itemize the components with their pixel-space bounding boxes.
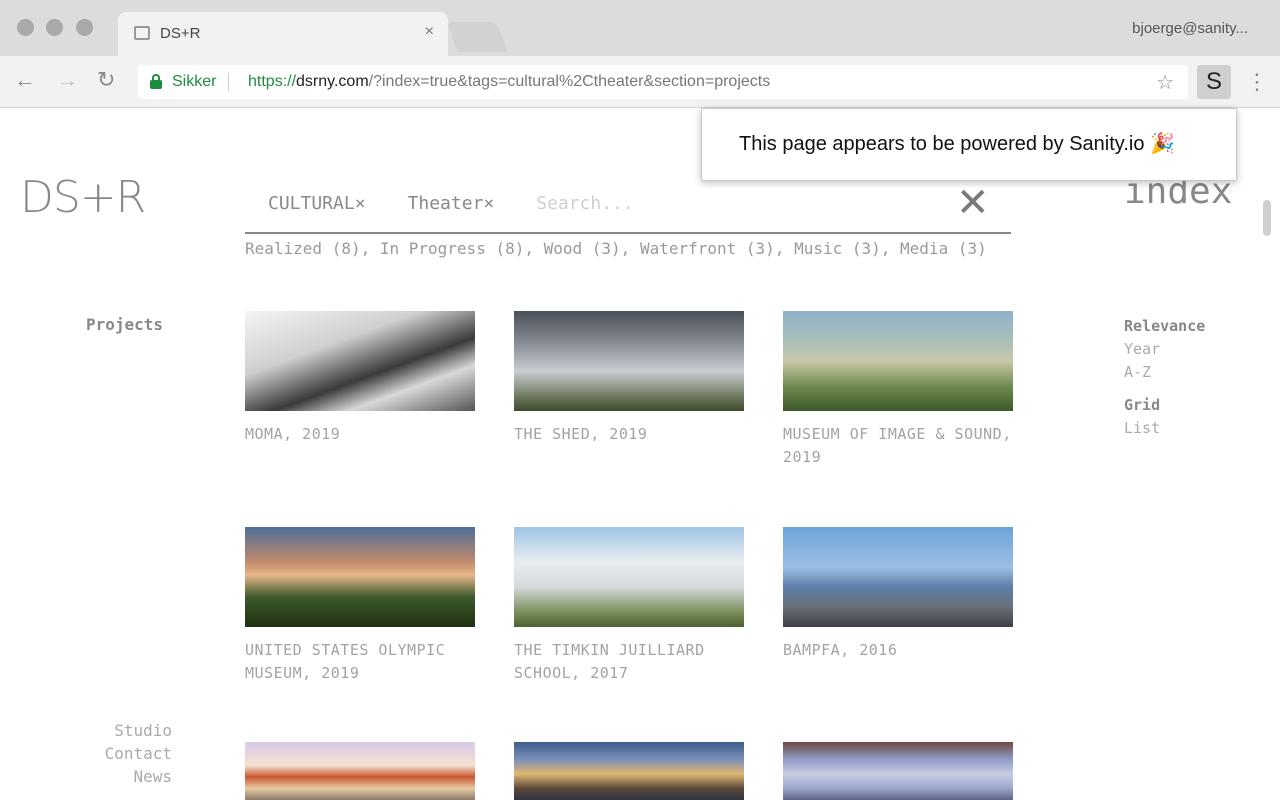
nav-news[interactable]: News [90,765,172,788]
filter-tag-cultural[interactable]: CULTURAL× [268,193,366,214]
tab-title: DS+R [160,25,201,42]
filter-bar: CULTURAL× Theater× Search... [268,193,676,214]
sort-options: Relevance Year A-Z Grid List [1124,315,1205,440]
project-caption[interactable]: MUSEUM OF IMAGE & SOUND, 2019 [783,423,1013,469]
maximize-window-button[interactable] [76,19,93,36]
tab-favicon-icon [134,26,150,40]
view-grid[interactable]: Grid [1124,394,1205,417]
section-label: Projects [86,315,164,334]
project-card[interactable]: MUSEUM OF IMAGE & SOUND, 2019 [783,311,1013,469]
project-caption[interactable]: UNITED STATES OLYMPIC MUSEUM, 2019 [245,639,475,685]
project-card[interactable]: MOMA, 2019 [245,311,475,446]
project-caption[interactable]: THE TIMKIN JUILLIARD SCHOOL, 2017 [514,639,744,685]
project-thumbnail[interactable] [514,527,744,627]
address-divider [228,73,229,91]
forward-arrow-icon[interactable]: → [56,68,78,92]
popup-message: This page appears to be powered by Sanit… [739,133,1175,155]
view-list[interactable]: List [1124,417,1205,440]
browser-menu-icon[interactable]: ⋮ [1246,64,1268,100]
project-thumbnail[interactable] [783,311,1013,411]
url-path: /?index=true&tags=cultural%2Ctheater&sec… [368,73,771,90]
address-bar[interactable]: Sikker https://dsrny.com/?index=true&tag… [138,65,1188,99]
filter-divider [245,232,1011,234]
project-card[interactable] [783,742,1013,800]
url-host: dsrny.com [296,73,369,90]
project-thumbnail[interactable] [245,742,475,800]
project-thumbnail[interactable] [514,742,744,800]
nav-studio[interactable]: Studio [90,719,172,742]
project-caption[interactable]: THE SHED, 2019 [514,423,744,446]
clear-filters-icon[interactable]: ✕ [956,183,990,223]
project-caption[interactable]: BAMPFA, 2016 [783,639,1013,662]
sort-az[interactable]: A-Z [1124,361,1205,384]
secure-label: Sikker [172,73,217,90]
profile-name[interactable]: bjoerge@sanity... [1132,20,1248,37]
page-content: DS+R CULTURAL× Theater× Search... ✕ Realiz… [0,109,1280,800]
project-thumbnail[interactable] [245,311,475,411]
close-window-button[interactable] [17,19,34,36]
back-arrow-icon[interactable]: ← [14,68,36,92]
new-tab-button[interactable] [446,22,508,52]
project-card[interactable]: BAMPFA, 2016 [783,527,1013,662]
project-caption[interactable]: MOMA, 2019 [245,423,475,446]
minimize-window-button[interactable] [46,19,63,36]
lock-icon [150,74,162,89]
site-logo[interactable]: DS+R [20,172,146,223]
project-card[interactable]: THE SHED, 2019 [514,311,744,446]
project-thumbnail[interactable] [245,527,475,627]
project-thumbnail[interactable] [514,311,744,411]
project-card[interactable] [245,742,475,800]
filter-tag-theater[interactable]: Theater× [408,193,495,214]
bookmark-star-icon[interactable]: ☆ [1156,70,1174,95]
sanity-extension-button[interactable]: S [1197,65,1231,99]
browser-titlebar: DS+R × bjoerge@sanity... [0,0,1280,56]
sort-relevance[interactable]: Relevance [1124,315,1205,338]
site-nav: Studio Contact News [90,719,172,788]
project-card[interactable]: UNITED STATES OLYMPIC MUSEUM, 2019 [245,527,475,685]
search-input[interactable]: Search... [536,193,634,214]
facet-list[interactable]: Realized (8), In Progress (8), Wood (3),… [245,237,1015,260]
sort-year[interactable]: Year [1124,338,1205,361]
project-card[interactable]: THE TIMKIN JUILLIARD SCHOOL, 2017 [514,527,744,685]
url-text[interactable]: https://dsrny.com/?index=true&tags=cultu… [248,73,770,91]
nav-contact[interactable]: Contact [90,742,172,765]
extension-popup: This page appears to be powered by Sanit… [701,108,1237,181]
project-card[interactable] [514,742,744,800]
url-scheme: https:// [248,73,297,90]
browser-tab-active[interactable]: DS+R × [118,12,448,56]
project-thumbnail[interactable] [783,527,1013,627]
browser-toolbar: ← → ↻ Sikker https://dsrny.com/?index=tr… [0,56,1280,108]
scrollbar-thumb[interactable] [1263,200,1271,236]
project-thumbnail[interactable] [783,742,1013,800]
reload-icon[interactable]: ↻ [97,68,115,92]
tab-close-icon[interactable]: × [425,23,434,41]
